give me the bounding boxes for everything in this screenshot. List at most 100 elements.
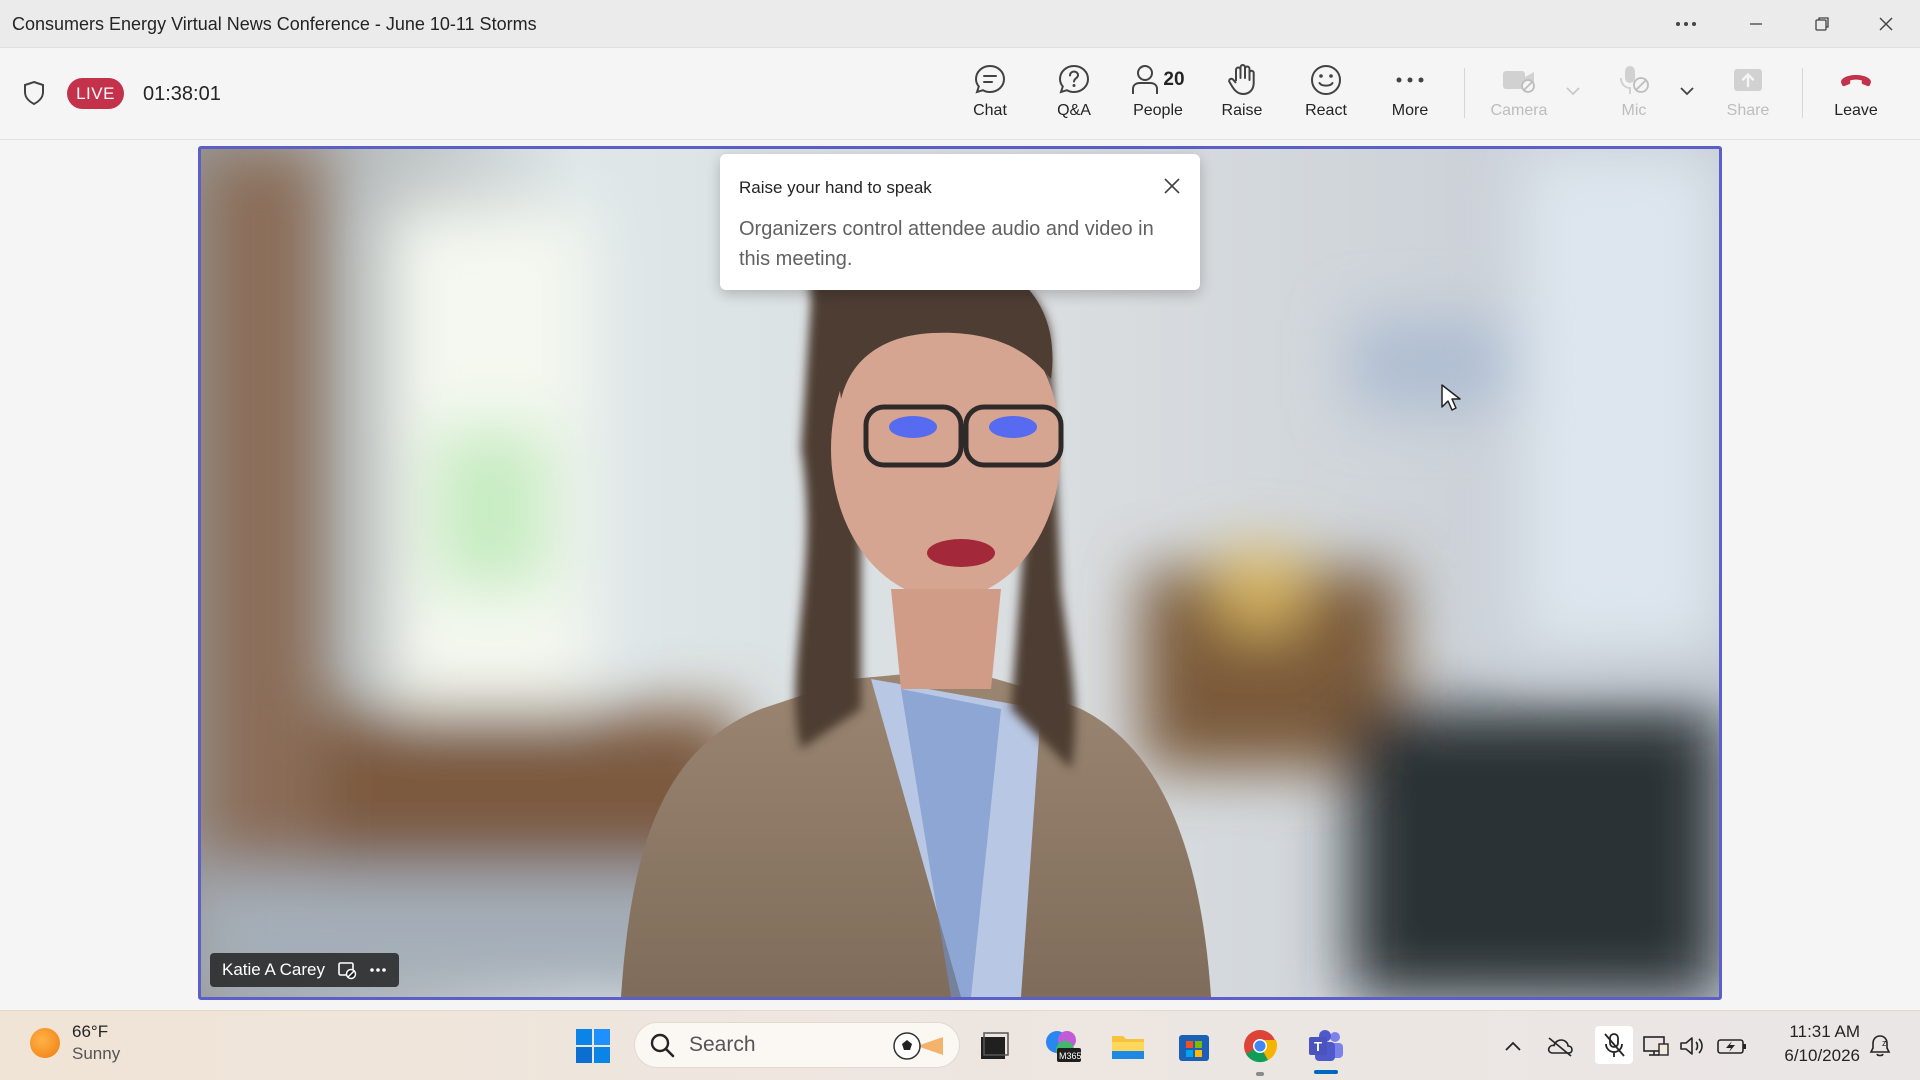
restore-button[interactable] — [1792, 0, 1852, 48]
network-icon — [1643, 1036, 1669, 1056]
camera-button[interactable]: Camera — [1477, 60, 1561, 132]
mic-muted-icon — [1604, 1033, 1625, 1057]
network-tray-icon[interactable] — [1640, 1030, 1672, 1062]
share-button[interactable]: Share — [1706, 60, 1790, 132]
volume-tray-icon[interactable] — [1676, 1030, 1708, 1062]
terminal-icon — [981, 1032, 1009, 1059]
chat-icon — [974, 64, 1006, 94]
raise-label: Raise — [1221, 102, 1263, 119]
taskbar-clock[interactable]: 11:31 AM 6/10/2026 — [1764, 1020, 1860, 1068]
toolbar-divider — [1464, 68, 1465, 118]
mic-options-chevron[interactable] — [1679, 84, 1695, 102]
react-label: React — [1305, 102, 1347, 119]
participant-name: Katie A Carey — [222, 960, 326, 979]
notifications-button[interactable]: z — [1864, 1030, 1896, 1062]
search-label: Search — [689, 1033, 756, 1056]
mic-label: Mic — [1621, 102, 1647, 119]
react-button[interactable]: React — [1284, 60, 1368, 132]
teams-icon: T — [1309, 1030, 1343, 1061]
people-button[interactable]: 20 People — [1116, 60, 1200, 132]
more-horizontal-icon — [1676, 22, 1696, 26]
popup-close-button[interactable] — [1162, 176, 1182, 201]
participant-more-icon[interactable] — [369, 967, 387, 973]
chat-button[interactable]: Chat — [948, 60, 1032, 132]
svg-text:z: z — [1882, 1038, 1887, 1048]
screen-share-status-icon — [338, 962, 357, 980]
people-label: People — [1133, 102, 1183, 119]
window-title: Consumers Energy Virtual News Conference… — [12, 14, 537, 34]
chevron-down-icon — [1566, 87, 1580, 96]
hang-up-icon — [1841, 75, 1871, 87]
more-button[interactable]: More — [1368, 60, 1452, 132]
clock-time: 11:31 AM — [1789, 1022, 1860, 1041]
share-icon — [1734, 69, 1762, 91]
close-window-button[interactable] — [1856, 0, 1916, 48]
active-app-indicator — [1314, 1070, 1338, 1074]
chevron-down-icon — [1680, 87, 1694, 96]
svg-text:M365: M365 — [1059, 1051, 1082, 1061]
close-icon — [1879, 17, 1893, 31]
taskbar-app-folder[interactable] — [1106, 1024, 1150, 1068]
folder-icon — [1112, 1036, 1144, 1059]
onedrive-tray-icon[interactable] — [1544, 1030, 1576, 1062]
weather-widget[interactable]: 66°F Sunny — [30, 1021, 120, 1065]
more-options-button[interactable] — [1656, 0, 1716, 48]
mouse-cursor-icon — [1441, 384, 1461, 411]
leave-label: Leave — [1834, 102, 1878, 119]
speaker-icon — [1680, 1037, 1703, 1055]
restore-icon — [1815, 17, 1829, 31]
weather-condition: Sunny — [72, 1044, 121, 1063]
sun-icon — [30, 1028, 60, 1058]
title-bar: Consumers Energy Virtual News Conference… — [0, 0, 1920, 48]
people-count: 20 — [1163, 69, 1185, 90]
minimize-button[interactable] — [1726, 0, 1786, 48]
smiley-icon — [1311, 65, 1341, 95]
show-hidden-icons-button[interactable] — [1497, 1030, 1529, 1062]
minimize-icon — [1750, 23, 1762, 25]
share-label: Share — [1726, 102, 1770, 119]
popup-title: Raise your hand to speak — [739, 178, 932, 197]
battery-tray-icon[interactable] — [1716, 1030, 1748, 1062]
camera-off-icon — [1503, 71, 1535, 93]
mic-muted-tray-icon[interactable] — [1595, 1026, 1633, 1064]
close-icon — [1164, 178, 1180, 194]
taskbar-app-store[interactable] — [1172, 1024, 1216, 1068]
mic-button[interactable]: Mic — [1592, 60, 1676, 132]
start-button[interactable] — [571, 1024, 615, 1068]
popup-body: Organizers control attendee audio and vi… — [739, 218, 1154, 270]
taskbar-app-teams[interactable]: T — [1304, 1024, 1348, 1068]
qa-label: Q&A — [1057, 102, 1091, 119]
toolbar-divider — [1802, 68, 1803, 118]
raise-hand-icon — [1228, 64, 1255, 95]
clock-date: 6/10/2026 — [1784, 1046, 1860, 1065]
taskbar-app-m365[interactable]: M365 — [1041, 1024, 1085, 1068]
notification-bell-off-icon: z — [1869, 1035, 1891, 1057]
qa-button[interactable]: Q&A — [1032, 60, 1116, 132]
camera-options-chevron[interactable] — [1565, 84, 1581, 102]
chrome-icon — [1244, 1030, 1278, 1063]
camera-label: Camera — [1490, 102, 1548, 119]
taskbar-app-chrome[interactable] — [1238, 1024, 1282, 1068]
svg-text:T: T — [1314, 1039, 1322, 1054]
meeting-timer: 01:38:01 — [143, 83, 221, 105]
taskbar-app-file-explorer[interactable] — [972, 1024, 1016, 1068]
chat-label: Chat — [973, 102, 1007, 119]
leave-button[interactable]: Leave — [1814, 60, 1898, 132]
running-indicator — [1256, 1072, 1264, 1076]
mic-off-icon — [1620, 66, 1649, 94]
more-label: More — [1391, 102, 1429, 119]
battery-charging-icon — [1717, 1039, 1746, 1054]
windows-start-icon — [576, 1029, 610, 1063]
cloud-off-icon — [1547, 1037, 1573, 1057]
m365-icon: M365 — [1046, 1031, 1082, 1062]
live-badge: LIVE — [67, 78, 124, 109]
people-icon — [1132, 65, 1159, 94]
participant-name-tag: Katie A Carey — [210, 953, 400, 987]
raise-hand-button[interactable]: Raise — [1200, 60, 1284, 132]
shield-icon — [22, 80, 46, 111]
more-horizontal-icon — [1396, 77, 1424, 83]
soccer-ball-icon — [893, 1032, 943, 1060]
raise-hand-tip-popup: Raise your hand to speak Organizers cont… — [720, 154, 1200, 290]
taskbar-search[interactable]: Search — [634, 1022, 960, 1068]
weather-temp: 66°F — [72, 1022, 109, 1041]
